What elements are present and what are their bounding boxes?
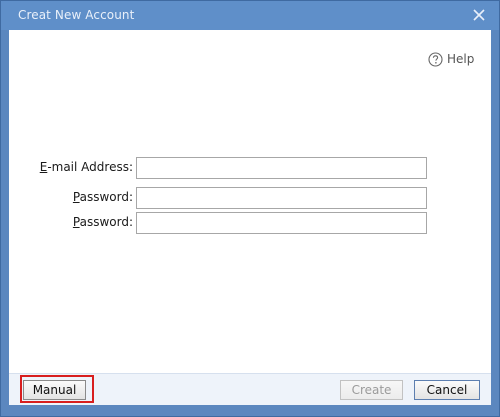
cancel-button[interactable]: Cancel (414, 380, 480, 400)
help-link[interactable]: Help (428, 50, 474, 68)
email-label: E-mail Address: (39, 160, 133, 174)
dialog-footer: Manual Create Cancel (9, 373, 491, 405)
help-circle-icon (428, 51, 443, 67)
password-row: Password: (9, 187, 491, 209)
email-row: E-mail Address: (9, 157, 491, 179)
title-bar[interactable]: Creat New Account (1, 1, 499, 30)
password-confirm-row: Password: (9, 212, 491, 234)
password-label: Password: (72, 190, 133, 204)
dialog-content: Help E-mail Address: Password: Password: (9, 30, 491, 373)
password-field[interactable] (136, 187, 427, 209)
close-button[interactable] (469, 5, 489, 25)
create-button[interactable]: Create (340, 380, 403, 400)
help-label: Help (447, 52, 475, 66)
manual-button[interactable]: Manual (23, 380, 86, 400)
email-field[interactable] (136, 157, 427, 179)
window-title: Creat New Account (18, 8, 135, 22)
create-account-dialog: Creat New Account Help E-mail Address: P… (0, 0, 500, 417)
password-confirm-label: Password: (72, 215, 133, 229)
close-icon (473, 9, 485, 21)
password-confirm-field[interactable] (136, 212, 427, 234)
